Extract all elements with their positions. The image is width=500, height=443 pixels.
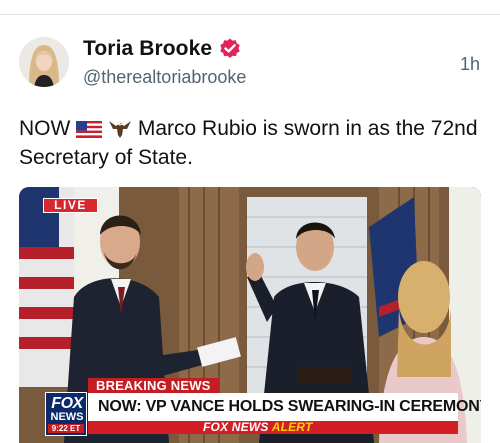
chyron-headline: NOW: VP VANCE HOLDS SWEARING-IN CEREMONY… [88, 393, 481, 421]
top-divider [0, 14, 500, 15]
breaking-news-label: BREAKING NEWS [88, 378, 219, 393]
verified-badge-icon [220, 38, 240, 58]
author-name[interactable]: Toria Brooke [83, 37, 212, 61]
author-handle[interactable]: @therealtoriabrooke [83, 67, 246, 88]
avatar[interactable] [19, 37, 69, 87]
fox-news-alert: FOX NEWS ALERT [203, 420, 312, 435]
post-timestamp[interactable]: 1h [460, 54, 480, 75]
broadcast-clock: 9:22 ET [48, 424, 84, 433]
live-badge: LIVE [43, 198, 98, 213]
post-video[interactable]: LIVE BREAKING NEWS FOX NEWS 9:22 ET NOW:… [19, 187, 481, 443]
post-text: NOW Marco Rubio is sworn in as the 72nd … [19, 114, 479, 172]
post-text-prefix: NOW [19, 117, 71, 140]
fox-news-logo: FOX NEWS 9:22 ET [45, 392, 87, 436]
eagle-emoji [109, 120, 132, 138]
alert-prefix: FOX NEWS [203, 420, 269, 434]
logo-news-text: NEWS [50, 411, 84, 423]
alert-suffix: ALERT [271, 420, 313, 434]
author-row: Toria Brooke [83, 37, 242, 61]
us-flag-emoji [76, 121, 103, 138]
